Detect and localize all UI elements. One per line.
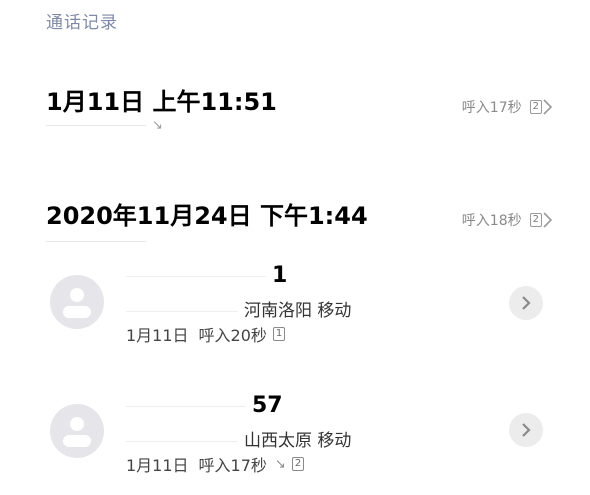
call-count-badge: 2 — [529, 213, 542, 227]
masked-number — [126, 440, 238, 442]
call-record-title: 2020年11月24日 下午1:44 — [46, 202, 368, 230]
contact-number-visible: 57 — [252, 393, 283, 418]
contact-row[interactable]: 1 河南洛阳 移动 1月11日 呼入20秒 1 — [0, 255, 590, 365]
masked-number — [46, 241, 146, 242]
contact-location: 河南洛阳 移动 — [126, 296, 351, 321]
call-record-title: 1月11日 上午11:51 — [46, 88, 277, 116]
person-icon — [50, 275, 104, 329]
call-record-masked-number — [46, 234, 146, 248]
chevron-right-icon — [522, 423, 531, 437]
call-direction-duration: 呼入18秒 — [461, 213, 522, 229]
contact-call-date: 1月11日 — [126, 326, 189, 345]
call-count-badge: 1 — [272, 327, 286, 341]
call-record-entry[interactable]: 2020年11月24日 下午1:44 呼入18秒 2 — [0, 196, 590, 256]
masked-number — [46, 125, 146, 126]
masked-number — [126, 405, 246, 407]
chevron-right-icon — [543, 212, 552, 228]
call-record-summary[interactable]: 呼入18秒 2 — [462, 210, 552, 230]
incoming-call-arrow-icon: ↘ — [274, 456, 286, 472]
contact-number: 1 — [126, 263, 287, 288]
call-count-badge: 2 — [529, 100, 542, 114]
chevron-right-icon — [522, 296, 531, 310]
person-icon — [50, 404, 104, 458]
contact-detail-button[interactable] — [509, 286, 543, 320]
call-record-masked-number: ↘ — [46, 118, 163, 133]
chevron-right-icon — [543, 99, 552, 115]
contact-call-meta: 1月11日 呼入17秒 ↘ 2 — [126, 452, 305, 476]
contact-number: 57 — [126, 393, 283, 418]
contact-call-info: 呼入20秒 — [198, 326, 267, 345]
contact-call-meta: 1月11日 呼入20秒 1 — [126, 322, 286, 346]
incoming-call-arrow-icon: ↘ — [152, 118, 163, 133]
contact-call-info: 呼入17秒 — [198, 456, 267, 475]
call-record-summary[interactable]: 呼入17秒 2 — [462, 97, 552, 117]
call-record-entry[interactable]: 1月11日 上午11:51 ↘ 呼入17秒 2 — [0, 82, 590, 142]
call-direction-duration: 呼入17秒 — [461, 100, 522, 116]
contact-location: 山西太原 移动 — [126, 426, 351, 451]
contact-row[interactable]: 57 山西太原 移动 1月11日 呼入17秒 ↘ 2 — [0, 385, 590, 495]
masked-number — [126, 275, 266, 277]
masked-number — [126, 310, 238, 312]
contact-number-visible: 1 — [272, 263, 288, 288]
section-label: 通话记录 — [46, 13, 118, 33]
contact-detail-button[interactable] — [509, 413, 543, 447]
call-count-badge: 2 — [291, 457, 305, 471]
contact-call-date: 1月11日 — [126, 456, 189, 475]
contact-location-text: 河南洛阳 移动 — [244, 301, 352, 321]
contact-location-text: 山西太原 移动 — [244, 431, 352, 451]
